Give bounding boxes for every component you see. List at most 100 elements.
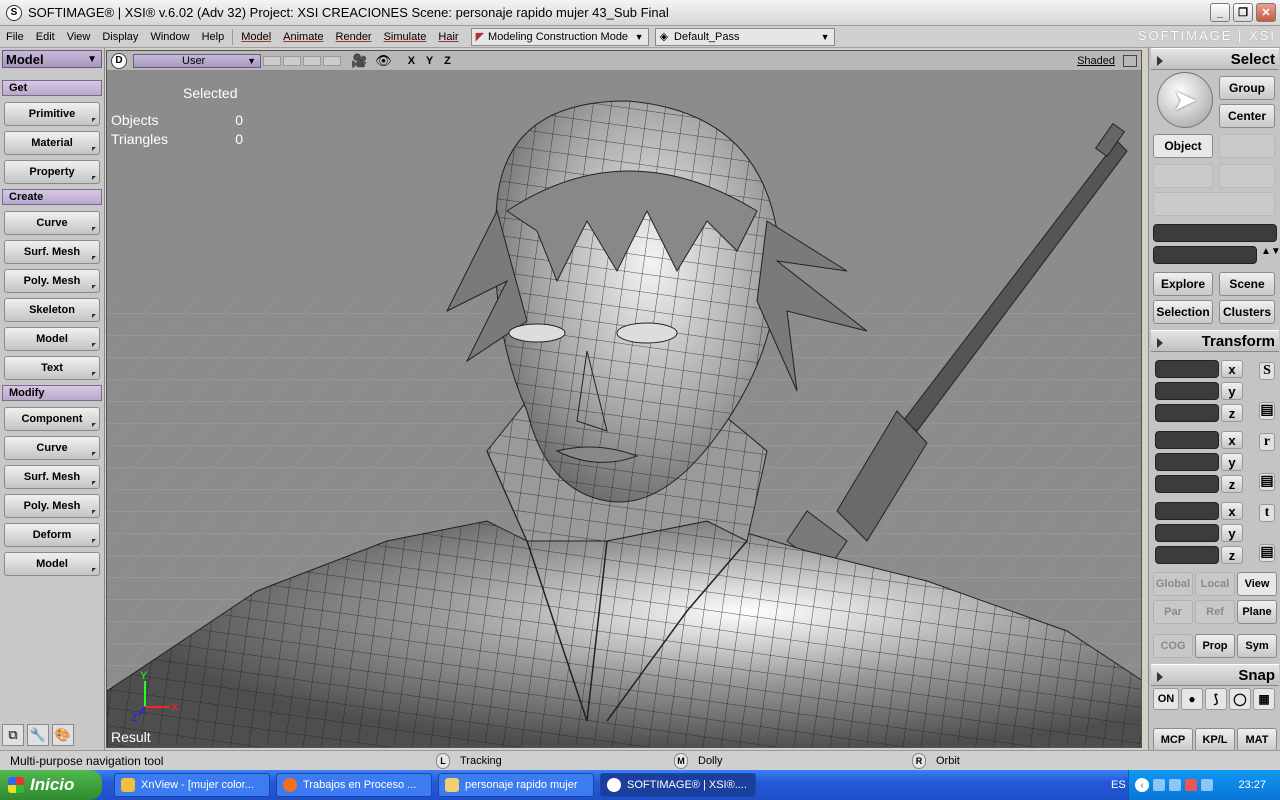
menu-animate[interactable]: Animate (277, 31, 329, 43)
prop-button[interactable]: Prop (1195, 634, 1235, 658)
create-text-button[interactable]: Text (4, 356, 100, 380)
translate-badge[interactable]: t (1259, 504, 1275, 522)
menu-window[interactable]: Window (144, 31, 195, 43)
translate-x-field[interactable] (1155, 502, 1219, 520)
select-filter-slot[interactable] (1153, 164, 1213, 188)
rotate-y-label[interactable]: y (1221, 453, 1243, 471)
scale-x-label[interactable]: x (1221, 360, 1243, 378)
camera-dropdown[interactable]: User ▼ (133, 53, 261, 68)
menu-hair[interactable]: Hair (432, 31, 464, 43)
minimize-button[interactable]: _ (1210, 3, 1230, 22)
snap-header[interactable]: Snap (1151, 664, 1279, 686)
clusters-button[interactable]: Clusters (1219, 300, 1275, 324)
rotate-z-label[interactable]: z (1221, 475, 1243, 493)
menu-model[interactable]: Model (235, 31, 277, 43)
modify-surf-mesh-button[interactable]: Surf. Mesh (4, 465, 100, 489)
menu-render[interactable]: Render (330, 31, 378, 43)
property-button[interactable]: Property (4, 160, 100, 184)
scene-button[interactable]: Scene (1219, 272, 1275, 296)
material-button[interactable]: Material (4, 131, 100, 155)
start-button[interactable]: Inicio (0, 770, 102, 800)
modify-model-button[interactable]: Model (4, 552, 100, 576)
taskbar-item-firefox[interactable]: Trabajos en Proceso ... (276, 773, 432, 797)
modify-curve-button[interactable]: Curve (4, 436, 100, 460)
shading-mode[interactable]: Shaded (1077, 55, 1115, 67)
taskbar-item-xnview[interactable]: XnView - [mujer color... (114, 773, 270, 797)
rotate-x-field[interactable] (1155, 431, 1219, 449)
kpl-tab[interactable]: KP/L (1195, 728, 1235, 752)
display-icon[interactable] (1201, 779, 1213, 791)
par-button[interactable]: Par (1153, 600, 1193, 624)
modify-component-button[interactable]: Component (4, 407, 100, 431)
translate-y-field[interactable] (1155, 524, 1219, 542)
selection-filter-field[interactable] (1153, 246, 1257, 264)
maximize-button[interactable]: ❐ (1233, 3, 1253, 22)
eye-icon[interactable]: 👁 (375, 53, 392, 69)
taskbar-item-softimage[interactable]: SOFTIMAGE® | XSI®.... (600, 773, 756, 797)
toolbar-toggle-icon[interactable]: ⧉ (2, 724, 24, 746)
camera-icon[interactable]: 🎥 (351, 53, 367, 69)
axis-toggles[interactable]: X Y Z (408, 55, 455, 67)
global-button[interactable]: Global (1153, 572, 1193, 596)
scale-x-field[interactable] (1155, 360, 1219, 378)
language-indicator[interactable]: ES (1111, 779, 1126, 791)
taskbar-item-folder[interactable]: personaje rapido mujer (438, 773, 594, 797)
mode-selector[interactable]: Model ▼ (2, 50, 102, 68)
menu-display[interactable]: Display (96, 31, 144, 43)
scale-z-field[interactable] (1155, 404, 1219, 422)
rotate-y-field[interactable] (1155, 453, 1219, 471)
explore-button[interactable]: Explore (1153, 272, 1213, 296)
translate-z-field[interactable] (1155, 546, 1219, 564)
view-button[interactable]: View (1237, 572, 1277, 596)
menu-edit[interactable]: Edit (30, 31, 61, 43)
tools-icon[interactable]: 🔧 (27, 724, 49, 746)
scale-y-field[interactable] (1155, 382, 1219, 400)
mat-tab[interactable]: MAT (1237, 728, 1277, 752)
snap-curve-icon[interactable]: ⟆ (1205, 688, 1227, 710)
modify-deform-button[interactable]: Deform (4, 523, 100, 547)
translate-z-label[interactable]: z (1221, 546, 1243, 564)
tray-expand-icon[interactable]: ‹ (1135, 778, 1149, 792)
create-curve-button[interactable]: Curve (4, 211, 100, 235)
snap-circle-icon[interactable]: ◯ (1229, 688, 1251, 710)
scale-z-label[interactable]: z (1221, 404, 1243, 422)
snap-on-toggle[interactable]: ON (1153, 688, 1179, 710)
select-arrow-icon[interactable]: ➤ (1157, 72, 1213, 128)
network-icon[interactable] (1153, 779, 1165, 791)
translate-x-label[interactable]: x (1221, 502, 1243, 520)
menu-help[interactable]: Help (196, 31, 231, 43)
snap-grid-icon[interactable]: ▦ (1253, 688, 1275, 710)
rotate-menu-icon[interactable]: ▤ (1259, 473, 1275, 491)
plane-button[interactable]: Plane (1237, 600, 1277, 624)
construction-mode-dropdown[interactable]: ◤ Modeling Construction Mode ▼ (470, 27, 649, 46)
snap-point-icon[interactable]: ● (1181, 688, 1203, 710)
select-filter-slot[interactable] (1219, 134, 1275, 158)
sym-button[interactable]: Sym (1237, 634, 1277, 658)
modify-poly-mesh-button[interactable]: Poly. Mesh (4, 494, 100, 518)
menu-file[interactable]: File (0, 31, 30, 43)
menu-view[interactable]: View (61, 31, 97, 43)
menu-simulate[interactable]: Simulate (378, 31, 433, 43)
create-model-button[interactable]: Model (4, 327, 100, 351)
translate-menu-icon[interactable]: ▤ (1259, 544, 1275, 562)
ref-button[interactable]: Ref (1195, 600, 1235, 624)
viewport-letter[interactable]: D (111, 52, 127, 69)
selection-button[interactable]: Selection (1153, 300, 1213, 324)
cog-button[interactable]: COG (1153, 634, 1193, 658)
object-button[interactable]: Object (1153, 134, 1213, 158)
security-icon[interactable] (1185, 779, 1197, 791)
viewport[interactable]: D User ▼ 🎥 👁 X Y Z Shaded Y X Z Selected… (106, 50, 1142, 748)
select-header[interactable]: Select (1151, 48, 1279, 70)
close-button[interactable]: ✕ (1256, 3, 1276, 22)
scale-menu-icon[interactable]: ▤ (1259, 402, 1275, 420)
primitive-button[interactable]: Primitive (4, 102, 100, 126)
create-poly-mesh-button[interactable]: Poly. Mesh (4, 269, 100, 293)
palette-icon[interactable]: 🎨 (52, 724, 74, 746)
group-button[interactable]: Group (1219, 76, 1275, 100)
rotate-x-label[interactable]: x (1221, 431, 1243, 449)
rotate-z-field[interactable] (1155, 475, 1219, 493)
center-button[interactable]: Center (1219, 104, 1275, 128)
local-button[interactable]: Local (1195, 572, 1235, 596)
scale-y-label[interactable]: y (1221, 382, 1243, 400)
create-skeleton-button[interactable]: Skeleton (4, 298, 100, 322)
